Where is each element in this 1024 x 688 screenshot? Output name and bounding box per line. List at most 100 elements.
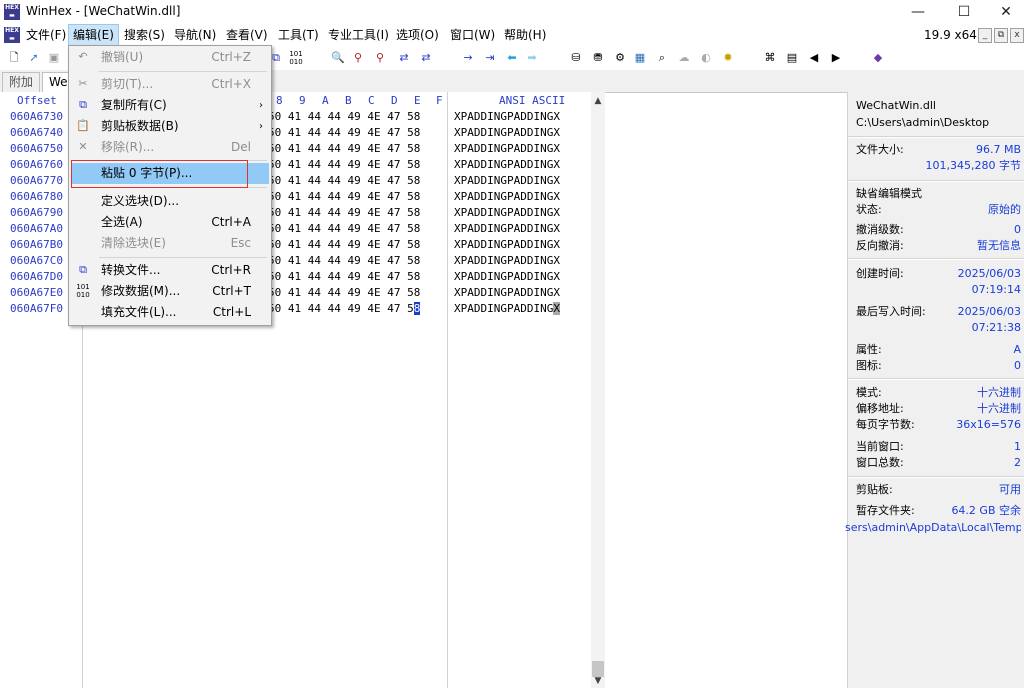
row-ascii[interactable]: XPADDINGPADDINGX [454, 254, 560, 267]
convert-icon: ⧉ [79, 263, 87, 276]
row-ascii[interactable]: XPADDINGPADDINGX [454, 206, 560, 219]
minimize-button[interactable]: — [898, 0, 938, 24]
menu-fill-file[interactable]: 填充文件(L)... Ctrl+L [71, 302, 269, 323]
menu-modify-data[interactable]: 101 010 修改数据(M)... Ctrl+T [71, 281, 269, 302]
menu-pro-tools[interactable]: 专业工具(I) [324, 24, 393, 46]
row-hex-bytes[interactable]: 50 41 44 44 49 4E 47 58 [268, 206, 420, 219]
mdi-restore-button[interactable]: ⧉ [994, 28, 1008, 43]
row-ascii[interactable]: XPADDINGPADDINGX [454, 142, 560, 155]
menu-window[interactable]: 窗口(W) [446, 24, 499, 46]
gear-yellow-icon[interactable]: ✹ [720, 50, 736, 66]
row-offset: 060A6790 [10, 206, 63, 219]
row-hex-bytes[interactable]: 50 41 44 44 49 4E 47 58 [268, 126, 420, 139]
menu-navigate[interactable]: 导航(N) [170, 24, 220, 46]
menu-cut[interactable]: ✂ 剪切(T)... Ctrl+X [71, 74, 269, 95]
row-ascii[interactable]: XPADDINGPADDINGX [454, 174, 560, 187]
row-hex-bytes[interactable]: 50 41 44 44 49 4E 47 58 [268, 174, 420, 187]
maximize-button[interactable]: ☐ [944, 0, 984, 24]
mdi-close-button[interactable]: x [1010, 28, 1024, 43]
open-file-icon[interactable]: ➚ [26, 50, 42, 66]
menu-help[interactable]: 帮助(H) [500, 24, 550, 46]
disk-icon[interactable]: ⛁ [568, 50, 584, 66]
row-ascii[interactable]: XPADDINGPADDINGX [454, 126, 560, 139]
prev-icon[interactable]: ◀ [806, 50, 822, 66]
version-label: 19.9 x64 [924, 28, 977, 42]
goto-offset-icon[interactable]: → [460, 50, 476, 66]
vertical-scrollbar[interactable]: ▲ ▼ [591, 92, 605, 688]
column-header: 9 [299, 94, 306, 107]
row-hex-bytes[interactable]: 50 41 44 44 49 4E 47 58 [268, 110, 420, 123]
find-red-icon[interactable]: ⚲ [350, 50, 366, 66]
info-offset-mode: 偏移地址: 十六进制 [856, 402, 1021, 415]
row-hex-bytes[interactable]: 50 41 44 44 49 4E 47 58 [268, 302, 421, 315]
row-ascii[interactable]: XPADDINGPADDINGX [454, 238, 560, 251]
compare-icon[interactable]: ◐ [698, 50, 714, 66]
template-icon[interactable]: ⌘ [762, 50, 778, 66]
info-modified: 最后写入时间: 2025/06/03 [856, 305, 1021, 318]
save-icon[interactable]: ▣ [46, 50, 62, 66]
tool-icon[interactable]: ☁ [676, 50, 692, 66]
menu-define-block[interactable]: 定义选块(D)... [71, 191, 269, 212]
menu-undo[interactable]: ↶ 撤销(U) Ctrl+Z [71, 47, 269, 68]
calculator-icon[interactable]: ▦ [632, 50, 648, 66]
menu-options[interactable]: 选项(O) [392, 24, 443, 46]
row-hex-bytes[interactable]: 50 41 44 44 49 4E 47 58 [268, 222, 420, 235]
binary-icon[interactable]: 101 010 [288, 50, 304, 66]
menu-remove[interactable]: ✕ 移除(R)... Del [71, 137, 269, 158]
row-hex-bytes[interactable]: 50 41 44 44 49 4E 47 58 [268, 238, 420, 251]
menu-clipboard-data[interactable]: 📋 剪贴板数据(B) › [71, 116, 269, 137]
column-header: 8 [276, 94, 283, 107]
row-hex-bytes[interactable]: 50 41 44 44 49 4E 47 58 [268, 286, 420, 299]
book-icon[interactable]: ◆ [870, 50, 886, 66]
menu-tools[interactable]: 工具(T) [274, 24, 323, 46]
row-hex-bytes[interactable]: 50 41 44 44 49 4E 47 58 [268, 190, 420, 203]
info-filesize-bytes: 101,345,280 字节 [925, 159, 1021, 172]
tab-attach[interactable]: 附加 [2, 72, 41, 92]
replace-text-icon[interactable]: ⇄ [396, 50, 412, 66]
menu-search[interactable]: 搜索(S) [120, 24, 169, 46]
window-title: WinHex - [WeChatWin.dll] [26, 4, 181, 18]
ram-icon[interactable]: ⛃ [590, 50, 606, 66]
row-hex-bytes[interactable]: 50 41 44 44 49 4E 47 58 [268, 142, 420, 155]
row-ascii[interactable]: XPADDINGPADDINGX [454, 270, 560, 283]
mdi-minimize-button[interactable]: _ [978, 28, 992, 43]
chevron-right-icon: › [259, 100, 263, 111]
menu-file[interactable]: 文件(F) [22, 24, 70, 46]
info-clipboard: 剪贴板: 可用 [856, 483, 1021, 496]
row-hex-bytes[interactable]: 50 41 44 44 49 4E 47 58 [268, 158, 420, 171]
info-path: C:\Users\admin\Desktop [856, 116, 990, 129]
menu-select-all[interactable]: 全选(A) Ctrl+A [71, 212, 269, 233]
find-icon[interactable]: 🔍 [330, 50, 346, 66]
menu-edit[interactable]: 编辑(E) [68, 24, 119, 46]
forward-icon[interactable]: ➡ [524, 50, 540, 66]
remove-icon: ✕ [78, 140, 88, 153]
menu-convert-file[interactable]: ⧉ 转换文件... Ctrl+R [71, 260, 269, 281]
row-ascii[interactable]: XPADDINGPADDINGX [454, 222, 560, 235]
scroll-down-icon[interactable]: ▼ [591, 674, 605, 688]
ascii-divider [447, 92, 448, 688]
clipboard-icon: 📋 [76, 119, 90, 132]
new-file-icon[interactable]: 🗋 [6, 50, 22, 66]
grid-icon[interactable]: ▤ [784, 50, 800, 66]
info-undo-level: 撤消级数: 0 [856, 223, 1021, 236]
row-ascii[interactable]: XPADDINGPADDINGX [454, 302, 560, 315]
menu-view[interactable]: 查看(V) [222, 24, 272, 46]
document-hex-icon[interactable]: HEX ▬ [4, 27, 20, 43]
row-ascii[interactable]: XPADDINGPADDINGX [454, 158, 560, 171]
row-ascii[interactable]: XPADDINGPADDINGX [454, 190, 560, 203]
row-hex-bytes[interactable]: 50 41 44 44 49 4E 47 58 [268, 254, 420, 267]
row-ascii[interactable]: XPADDINGPADDINGX [454, 110, 560, 123]
menu-clear-block[interactable]: 清除选块(E) Esc [71, 233, 269, 254]
close-button[interactable]: ✕ [986, 0, 1024, 24]
goto-sector-icon[interactable]: ⇥ [482, 50, 498, 66]
next-icon[interactable]: ▶ [828, 50, 844, 66]
row-ascii[interactable]: XPADDINGPADDINGX [454, 286, 560, 299]
disk-tools-icon[interactable]: ⚙ [612, 50, 628, 66]
find-hex-icon[interactable]: ⚲ [372, 50, 388, 66]
menu-copy-all[interactable]: ⧉ 复制所有(C) › [71, 95, 269, 116]
replace-hex-icon[interactable]: ⇄ [418, 50, 434, 66]
back-icon[interactable]: ⬅ [504, 50, 520, 66]
row-hex-bytes[interactable]: 50 41 44 44 49 4E 47 58 [268, 270, 420, 283]
scroll-up-icon[interactable]: ▲ [591, 94, 605, 108]
search-lens-icon[interactable]: ⌕ [654, 50, 670, 66]
